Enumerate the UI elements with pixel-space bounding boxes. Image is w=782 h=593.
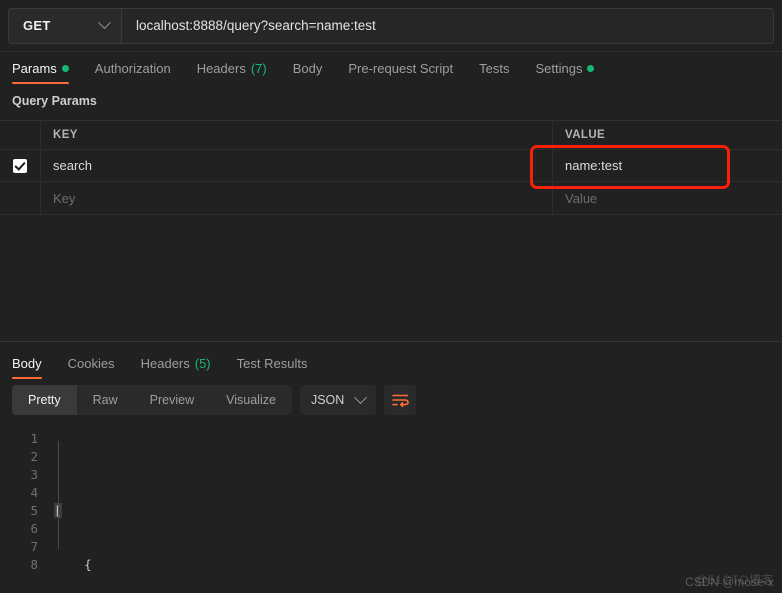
line-number: 5 bbox=[30, 503, 38, 518]
tab-pre-request-script[interactable]: Pre-request Script bbox=[335, 52, 466, 84]
line-number: 1 bbox=[30, 431, 38, 446]
tab-settings-label: Settings bbox=[535, 60, 583, 76]
response-tab-headers[interactable]: Headers (5) bbox=[128, 347, 224, 379]
view-mode-pretty[interactable]: Pretty bbox=[12, 385, 77, 415]
url-input[interactable]: localhost:8888/query?search=name:test bbox=[122, 8, 773, 43]
response-tabs: Body Cookies Headers (5) Test Results bbox=[0, 347, 782, 379]
tab-body[interactable]: Body bbox=[280, 52, 336, 84]
tab-headers-label: Headers bbox=[196, 60, 246, 76]
request-url-bar: GET localhost:8888/query?search=name:tes… bbox=[0, 0, 782, 52]
response-tab-cookies-label: Cookies bbox=[67, 355, 115, 371]
view-mode-raw[interactable]: Raw bbox=[77, 385, 134, 415]
json-code-area[interactable]: [ { "id": "6499753bd2f2a99a53360ced", "n… bbox=[46, 424, 782, 572]
http-method-label: GET bbox=[23, 18, 51, 33]
tab-headers-count: (7) bbox=[250, 60, 267, 76]
tab-tests[interactable]: Tests bbox=[466, 52, 522, 84]
response-body-viewer[interactable]: 1 2 3 4 5 6 7 8 [ { "id": "6499753bd2f2a… bbox=[0, 424, 782, 572]
column-header-value: VALUE bbox=[565, 129, 606, 141]
response-tab-cookies[interactable]: Cookies bbox=[55, 347, 128, 379]
tab-settings[interactable]: Settings bbox=[522, 52, 607, 84]
tab-params-label: Params bbox=[12, 60, 57, 76]
param-enabled-checkbox[interactable] bbox=[13, 158, 27, 173]
line-number: 4 bbox=[30, 485, 38, 500]
response-toolbar: Pretty Raw Preview Visualize JSON bbox=[12, 384, 417, 416]
url-shell: GET localhost:8888/query?search=name:tes… bbox=[8, 7, 774, 44]
line-number: 8 bbox=[30, 557, 38, 572]
tab-params[interactable]: Params bbox=[12, 52, 82, 84]
query-params-title: Query Params bbox=[12, 94, 97, 108]
response-tab-headers-count: (5) bbox=[194, 355, 211, 371]
pane-divider[interactable] bbox=[0, 341, 782, 342]
response-format-dropdown[interactable]: JSON bbox=[299, 385, 377, 415]
indent-guide bbox=[58, 441, 59, 549]
row-checkbox-cell bbox=[0, 150, 41, 181]
object-open-brace: { bbox=[84, 557, 92, 572]
table-row: search name:test bbox=[0, 150, 782, 182]
response-format-label: JSON bbox=[310, 393, 345, 407]
wrap-lines-button[interactable] bbox=[384, 385, 417, 415]
params-modified-dot-icon bbox=[61, 64, 69, 72]
request-tabs: Params Authorization Headers (7) Body Pr… bbox=[0, 52, 782, 86]
column-header-key: KEY bbox=[41, 121, 553, 149]
param-key-input[interactable]: search bbox=[41, 150, 553, 181]
http-method-select[interactable]: GET bbox=[9, 8, 122, 43]
response-view-mode-group: Pretty Raw Preview Visualize bbox=[12, 385, 292, 415]
wrap-lines-icon bbox=[391, 394, 409, 407]
line-number: 2 bbox=[30, 449, 38, 464]
code-line-2: { bbox=[54, 556, 782, 574]
view-mode-preview[interactable]: Preview bbox=[134, 385, 210, 415]
response-tab-body[interactable]: Body bbox=[12, 347, 55, 379]
response-tab-body-label: Body bbox=[12, 355, 42, 371]
query-params-table: KEY VALUE search name:test Key Value bbox=[0, 120, 782, 215]
tab-authorization-label: Authorization bbox=[94, 60, 171, 76]
header-checkbox-cell bbox=[0, 121, 41, 149]
param-value-input[interactable]: name:test bbox=[553, 150, 782, 181]
param-value-input-empty[interactable]: Value bbox=[553, 182, 782, 214]
line-number: 6 bbox=[30, 521, 38, 536]
response-tab-test-results[interactable]: Test Results bbox=[224, 347, 321, 379]
code-line-1: [ bbox=[54, 502, 782, 520]
tab-pre-request-script-label: Pre-request Script bbox=[348, 60, 454, 76]
row-checkbox-cell-empty bbox=[0, 182, 41, 214]
chevron-down-icon bbox=[354, 390, 368, 404]
settings-modified-dot-icon bbox=[587, 64, 595, 72]
tab-authorization[interactable]: Authorization bbox=[82, 52, 184, 84]
response-tab-test-results-label: Test Results bbox=[236, 355, 308, 371]
response-tab-headers-label: Headers bbox=[140, 355, 190, 371]
line-number: 3 bbox=[30, 467, 38, 482]
tab-body-label: Body bbox=[292, 60, 323, 76]
tab-headers[interactable]: Headers (7) bbox=[184, 52, 280, 84]
chevron-down-icon bbox=[98, 16, 111, 30]
table-row-empty: Key Value bbox=[0, 182, 782, 214]
view-mode-visualize[interactable]: Visualize bbox=[210, 385, 292, 415]
table-header-row: KEY VALUE bbox=[0, 121, 782, 150]
param-key-input-empty[interactable]: Key bbox=[41, 182, 553, 214]
line-number: 7 bbox=[30, 539, 38, 554]
tab-tests-label: Tests bbox=[479, 60, 510, 76]
postman-window: GET localhost:8888/query?search=name:tes… bbox=[0, 0, 782, 593]
line-number-gutter: 1 2 3 4 5 6 7 8 bbox=[0, 424, 46, 572]
